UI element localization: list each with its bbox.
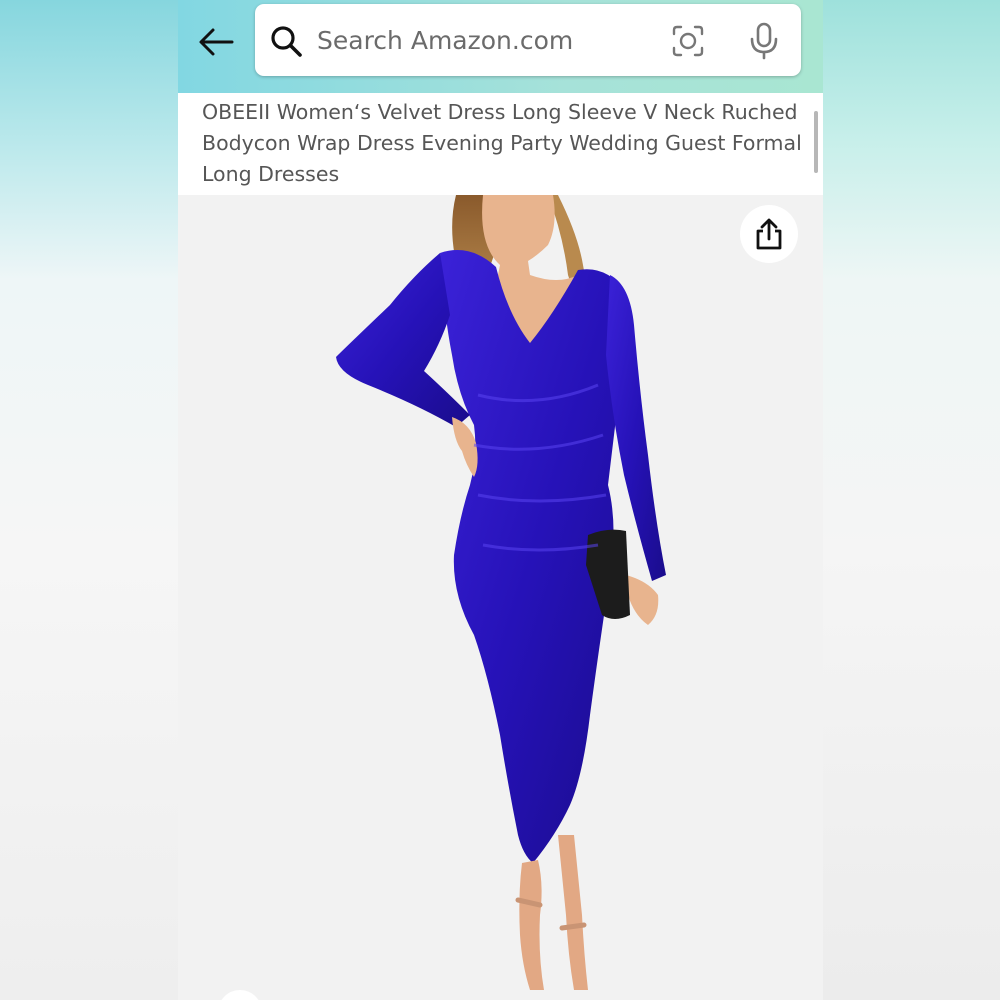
search-input[interactable] <box>317 22 647 58</box>
share-icon <box>756 218 782 250</box>
background-blur-left <box>0 0 178 1000</box>
scrollbar[interactable] <box>814 111 818 173</box>
microphone-icon[interactable] <box>749 22 779 60</box>
product-image[interactable] <box>178 195 823 1000</box>
search-bar[interactable] <box>255 4 801 76</box>
product-title[interactable]: OBEEII Women‘s Velvet Dress Long Sleeve … <box>202 97 802 190</box>
product-title-section: OBEEII Women‘s Velvet Dress Long Sleeve … <box>178 93 823 195</box>
screenshot-frame: OBEEII Women‘s Velvet Dress Long Sleeve … <box>0 0 1000 1000</box>
product-image-gallery[interactable] <box>178 195 823 1000</box>
back-arrow-icon <box>199 28 234 56</box>
camera-lens-icon[interactable] <box>671 24 705 58</box>
app-header <box>178 0 823 93</box>
amazon-app-screen: OBEEII Women‘s Velvet Dress Long Sleeve … <box>178 0 823 1000</box>
back-button[interactable] <box>196 24 236 60</box>
background-blur-right <box>823 0 1000 1000</box>
search-icon <box>271 26 302 57</box>
share-button[interactable] <box>740 205 798 263</box>
